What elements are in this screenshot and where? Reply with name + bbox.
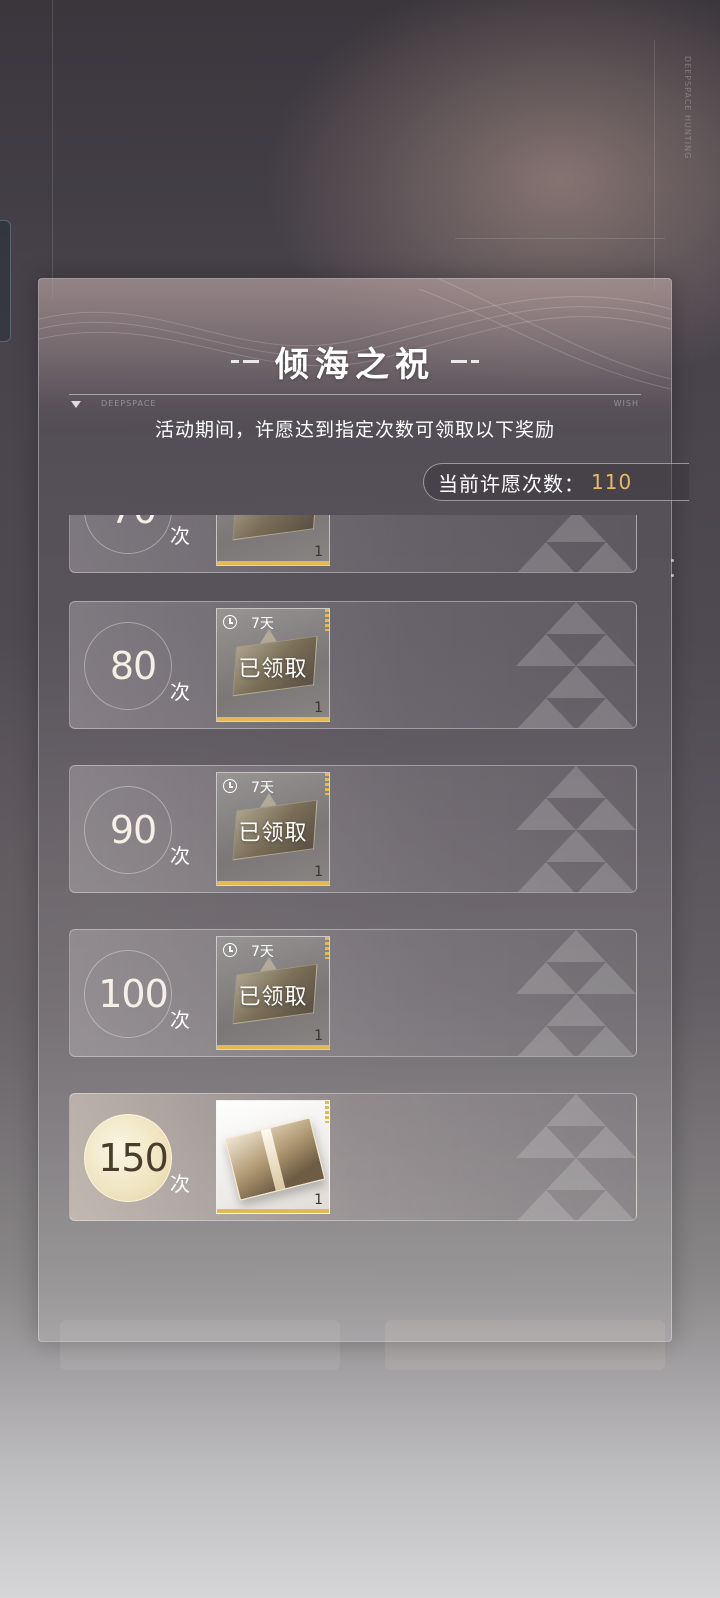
triangle-marker-icon — [71, 401, 81, 408]
title-deco-left — [231, 359, 259, 363]
panel-title: 倾海之祝 — [275, 344, 435, 385]
reward-item-card[interactable]: 7天 已领取 1 — [216, 772, 330, 886]
deco-label-right: WISH — [613, 399, 639, 408]
duration-label: 7天 — [251, 780, 274, 796]
threshold-ring: 80 — [84, 622, 172, 710]
gift-box-icon — [224, 1117, 326, 1201]
threshold-number: 100 — [98, 972, 169, 1016]
claimed-label: 已领取 — [238, 657, 308, 682]
bg-blur-shape-right — [385, 1320, 665, 1370]
rarity-stripe — [325, 773, 329, 795]
title-row: 倾海之祝 — [39, 339, 671, 385]
rarity-bar — [217, 881, 329, 885]
triangle-pattern — [516, 602, 636, 728]
triangle-pattern — [516, 766, 636, 892]
reward-item-card[interactable]: 1 — [216, 515, 330, 566]
claimed-label: 已领取 — [238, 985, 308, 1010]
header-divider — [69, 394, 641, 395]
clock-icon — [223, 615, 237, 629]
reward-list[interactable]: 70 次 1 80 次 7天 已领取 — [69, 515, 639, 1235]
reward-item-card[interactable]: 1 — [216, 1100, 330, 1214]
reward-row-70[interactable]: 70 次 1 — [69, 515, 637, 573]
threshold-unit: 次 — [170, 524, 190, 548]
threshold-number: 90 — [109, 808, 157, 852]
threshold-number: 80 — [109, 644, 157, 688]
reward-item-card[interactable]: 7天 已领取 1 — [216, 936, 330, 1050]
threshold-unit: 次 — [170, 1172, 190, 1196]
rarity-stripe — [325, 937, 329, 959]
rarity-bar — [217, 1045, 329, 1049]
clock-icon — [223, 943, 237, 957]
threshold-unit: 次 — [170, 844, 190, 868]
milestone-reward-panel: 倾海之祝 DEEPSPACE WISH 活动期间，许愿达到指定次数可领取以下奖励… — [38, 278, 689, 1342]
duration-label: 7天 — [251, 616, 274, 632]
deco-label-left: DEEPSPACE — [101, 399, 157, 408]
threshold-number: 70 — [110, 515, 157, 532]
bg-vertical-line-right — [654, 40, 655, 290]
threshold-ring: 100 — [84, 950, 172, 1038]
reward-row-150[interactable]: 150 次 1 — [69, 1093, 637, 1221]
duration-label: 7天 — [251, 944, 274, 960]
threshold-unit: 次 — [170, 1008, 190, 1032]
threshold-number: 150 — [98, 1136, 169, 1180]
item-quantity: 1 — [314, 864, 323, 880]
reward-row-100[interactable]: 100 次 7天 已领取 1 — [69, 929, 637, 1057]
threshold-ring: 90 — [84, 786, 172, 874]
item-quantity: 1 — [314, 1192, 323, 1208]
rarity-bar — [217, 1209, 329, 1213]
wish-count-value: 110 — [591, 470, 633, 494]
wish-count-pill: 当前许愿次数： 110 — [423, 463, 689, 501]
rarity-stripe — [325, 609, 329, 631]
rarity-bar — [217, 717, 329, 721]
triangle-pattern — [516, 930, 636, 1056]
claimed-overlay — [217, 515, 329, 565]
threshold-ring-active: 150 — [84, 1114, 172, 1202]
threshold-ring: 70 — [84, 515, 172, 554]
item-quantity: 1 — [314, 1028, 323, 1044]
rarity-bar — [217, 561, 329, 565]
threshold-unit: 次 — [170, 680, 190, 704]
bg-blur-shape-left — [60, 1320, 340, 1370]
clock-icon — [223, 779, 237, 793]
item-quantity: 1 — [314, 544, 323, 560]
rarity-stripe — [325, 1101, 329, 1123]
triangle-pattern — [516, 1094, 636, 1220]
triangle-pattern — [517, 515, 635, 572]
side-tab-handle[interactable] — [0, 220, 11, 342]
item-quantity: 1 — [314, 700, 323, 716]
corner-deco-text: DEEPSPACE HUNTING — [683, 56, 692, 160]
bg-horizontal-line — [455, 238, 665, 239]
claimed-label: 已领取 — [238, 821, 308, 846]
title-deco-right — [451, 359, 479, 363]
scroll-indicator — [671, 559, 674, 589]
reward-row-90[interactable]: 90 次 7天 已领取 1 — [69, 765, 637, 893]
reward-row-80[interactable]: 80 次 7天 已领取 1 — [69, 601, 637, 729]
wish-count-label: 当前许愿次数： — [438, 471, 585, 496]
reward-item-card[interactable]: 7天 已领取 1 — [216, 608, 330, 722]
panel-subtitle: 活动期间，许愿达到指定次数可领取以下奖励 — [154, 419, 555, 441]
bg-vertical-line-left — [52, 0, 53, 300]
